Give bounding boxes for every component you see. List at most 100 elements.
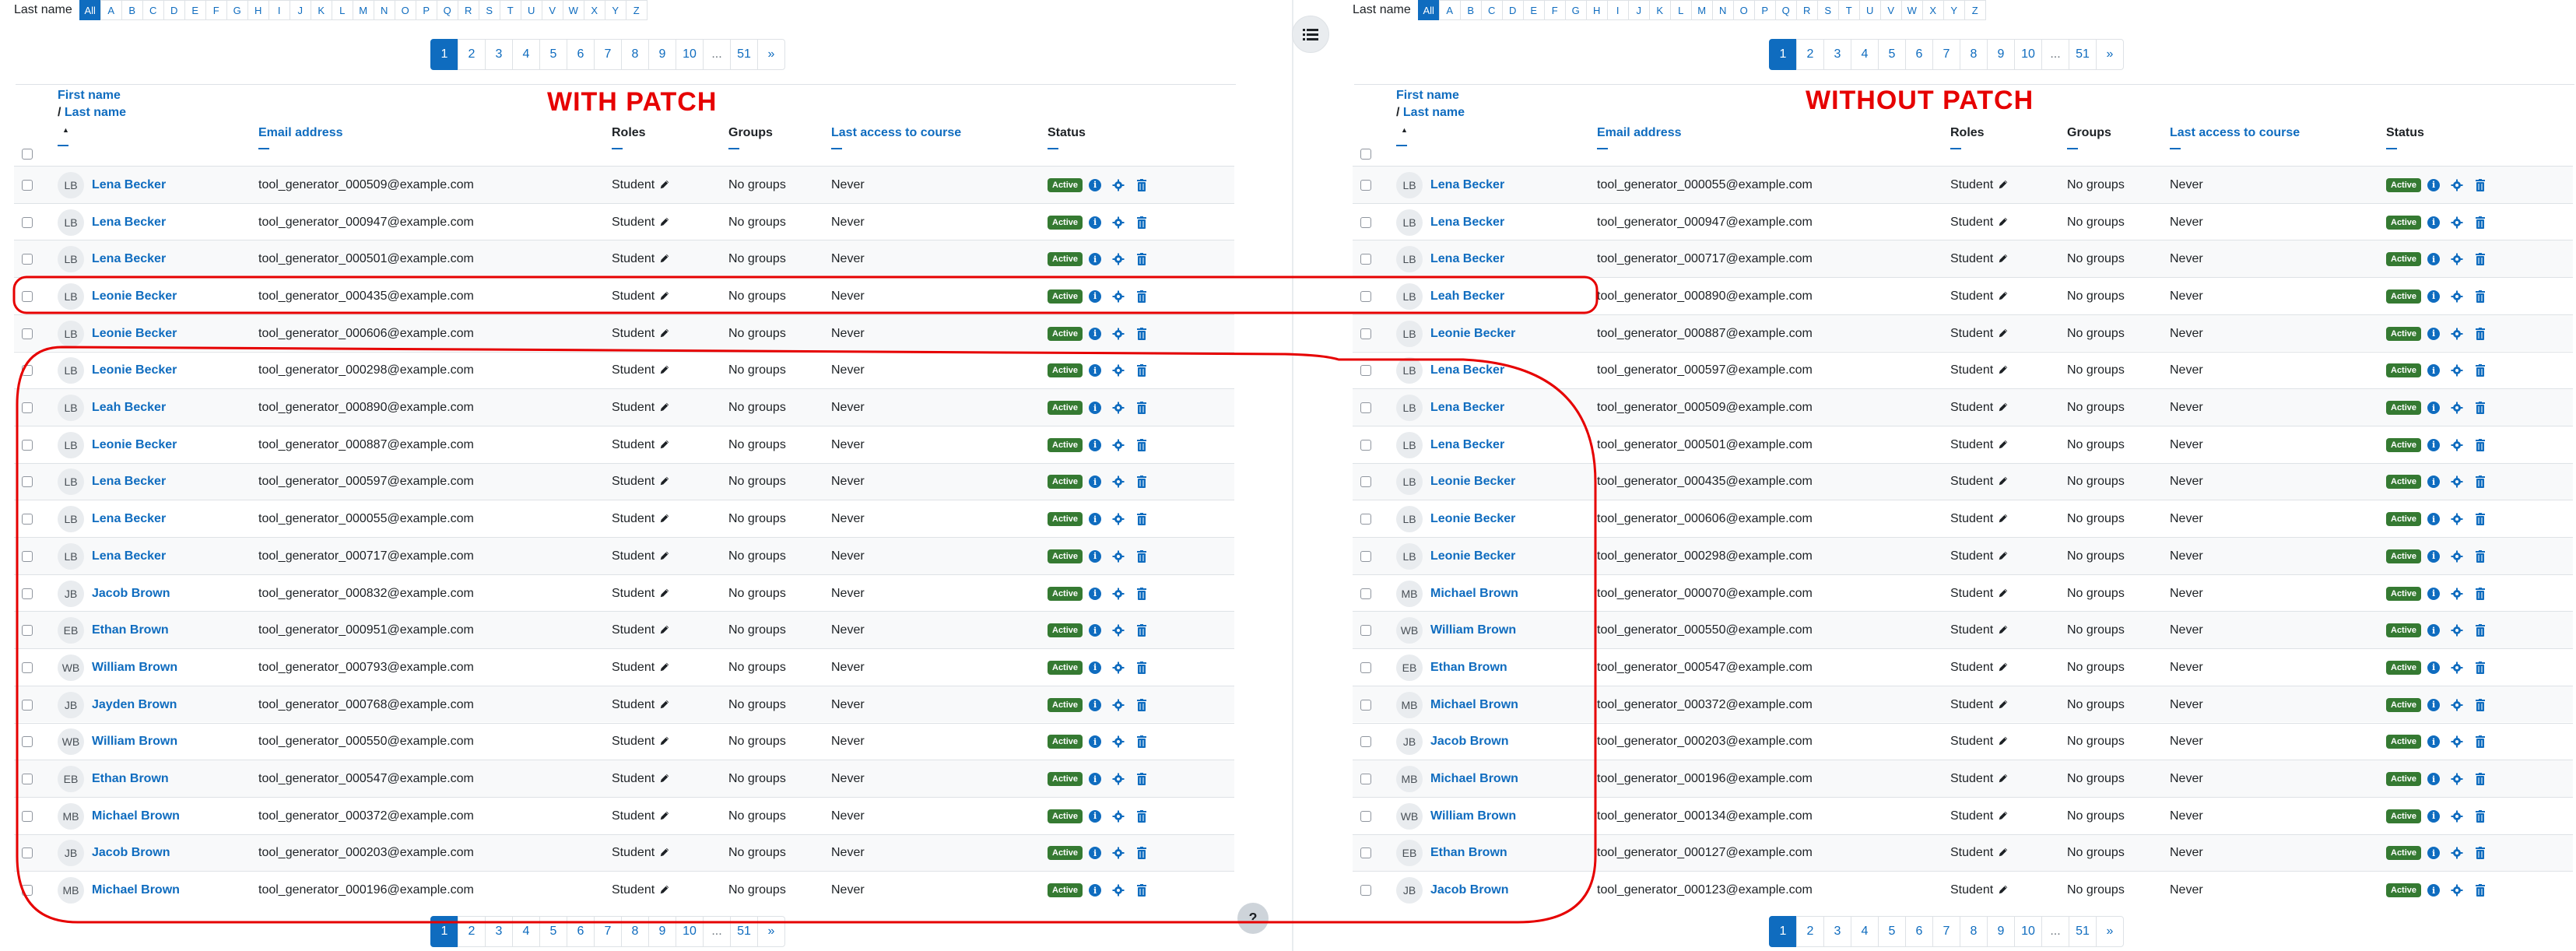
page-1-button[interactable]: 1 [430, 916, 458, 947]
last-name-link[interactable]: Last name [65, 106, 126, 119]
gear-icon[interactable] [1112, 847, 1125, 859]
participant-name-link[interactable]: William Brown [1430, 809, 1516, 823]
participant-name-link[interactable]: Leonie Becker [92, 438, 177, 452]
info-icon[interactable]: i [2427, 624, 2441, 637]
page-2-button[interactable]: 2 [1796, 39, 1824, 70]
gear-icon[interactable] [2451, 735, 2463, 748]
page-9-button[interactable]: 9 [648, 916, 676, 947]
gear-icon[interactable] [1112, 328, 1125, 340]
pencil-icon[interactable] [1998, 253, 2010, 265]
participant-name-link[interactable]: Ethan Brown [1430, 661, 1507, 675]
letter-filter-l[interactable]: L [1669, 0, 1692, 20]
letter-filter-p[interactable]: P [415, 0, 437, 20]
gear-icon[interactable] [1112, 624, 1125, 637]
gear-icon[interactable] [2451, 810, 2463, 823]
gear-icon[interactable] [2451, 439, 2463, 451]
participant-name-link[interactable]: Michael Brown [1430, 587, 1518, 601]
participant-name-link[interactable]: Leonie Becker [1430, 512, 1515, 526]
trash-icon[interactable] [2474, 847, 2487, 860]
letter-filter-v[interactable]: V [541, 0, 563, 20]
participant-name-link[interactable]: Ethan Brown [92, 772, 169, 786]
next-page-button[interactable]: » [757, 39, 785, 70]
gear-icon[interactable] [1112, 253, 1125, 265]
page-6-button[interactable]: 6 [1905, 39, 1933, 70]
trash-icon[interactable] [1135, 364, 1148, 377]
info-icon[interactable]: i [2427, 884, 2441, 897]
page-6-button[interactable]: 6 [567, 916, 595, 947]
participant-name-link[interactable]: Lena Becker [1430, 438, 1504, 452]
last-name-link[interactable]: Last name [1403, 106, 1465, 119]
collapse-name-column-icon[interactable] [1396, 145, 1407, 146]
row-select-checkbox[interactable] [22, 736, 33, 748]
letter-filter-o[interactable]: O [394, 0, 416, 20]
gear-icon[interactable] [1112, 179, 1125, 191]
collapse-roles-header-icon[interactable] [1950, 148, 1961, 149]
last-name-sort-link[interactable]: / Last name [58, 104, 126, 121]
pencil-icon[interactable] [659, 364, 672, 377]
row-select-checkbox[interactable] [1360, 810, 1371, 822]
participant-name-link[interactable]: Michael Brown [92, 809, 180, 823]
page-2-button[interactable]: 2 [458, 916, 486, 947]
collapse-groups-header-icon[interactable] [728, 148, 739, 149]
first-name-sort-link[interactable]: First name [1396, 87, 1465, 104]
participant-name-link[interactable]: Lena Becker [92, 252, 166, 266]
pencil-icon[interactable] [659, 773, 672, 785]
collapse-last-access-header-icon[interactable] [2170, 148, 2181, 149]
info-icon[interactable]: i [1089, 549, 1102, 563]
trash-icon[interactable] [2474, 476, 2487, 489]
gear-icon[interactable] [2451, 179, 2463, 191]
gear-icon[interactable] [2451, 253, 2463, 265]
trash-icon[interactable] [1135, 661, 1148, 674]
gear-icon[interactable] [1112, 773, 1125, 785]
email-header[interactable]: Email address [258, 125, 343, 149]
participant-name-link[interactable]: Lena Becker [1430, 216, 1504, 230]
letter-filter-a[interactable]: A [100, 0, 122, 20]
row-select-checkbox[interactable] [22, 774, 33, 785]
letter-filter-l[interactable]: L [331, 0, 353, 20]
collapse-last-access-header-icon[interactable] [831, 148, 842, 149]
letter-filter-r[interactable]: R [1795, 0, 1818, 20]
letter-filter-n[interactable]: N [373, 0, 395, 20]
info-icon[interactable]: i [2427, 438, 2441, 451]
pencil-icon[interactable] [1998, 661, 2010, 674]
info-icon[interactable]: i [1089, 884, 1102, 897]
pencil-icon[interactable] [1998, 402, 2010, 414]
pencil-icon[interactable] [659, 513, 672, 525]
participant-name-link[interactable]: William Brown [92, 661, 177, 675]
page-10-button[interactable]: 10 [676, 39, 704, 70]
participant-name-link[interactable]: Leonie Becker [1430, 327, 1515, 341]
page-5-button[interactable]: 5 [1878, 916, 1906, 947]
trash-icon[interactable] [1135, 847, 1148, 860]
first-name-sort-link[interactable]: First name [58, 87, 126, 104]
letter-filter-z[interactable]: Z [1964, 0, 1986, 20]
page-7-button[interactable]: 7 [1932, 39, 1960, 70]
info-icon[interactable]: i [2427, 809, 2441, 823]
row-select-checkbox[interactable] [22, 514, 33, 525]
info-icon[interactable]: i [2427, 773, 2441, 786]
participant-name-link[interactable]: Leah Becker [1430, 290, 1504, 304]
row-select-checkbox[interactable] [1360, 514, 1371, 525]
participant-name-link[interactable]: Leah Becker [92, 401, 166, 415]
row-select-checkbox[interactable] [22, 216, 33, 228]
pencil-icon[interactable] [659, 253, 672, 265]
page-7-button[interactable]: 7 [594, 916, 622, 947]
trash-icon[interactable] [2474, 364, 2487, 377]
info-icon[interactable]: i [1089, 587, 1102, 600]
letter-filter-e[interactable]: E [184, 0, 206, 20]
participant-name-link[interactable]: Michael Brown [92, 883, 180, 897]
info-icon[interactable]: i [2427, 698, 2441, 711]
trash-icon[interactable] [1135, 216, 1148, 229]
row-select-checkbox[interactable] [1360, 774, 1371, 785]
row-select-checkbox[interactable] [1360, 661, 1371, 673]
pencil-icon[interactable] [1998, 179, 2010, 191]
letter-filter-v[interactable]: V [1879, 0, 1902, 20]
row-select-checkbox[interactable] [22, 254, 33, 265]
page-10-button[interactable]: 10 [2014, 39, 2042, 70]
page-6-button[interactable]: 6 [1905, 916, 1933, 947]
gear-icon[interactable] [1112, 661, 1125, 674]
gear-icon[interactable] [1112, 588, 1125, 600]
info-icon[interactable]: i [2427, 587, 2441, 600]
trash-icon[interactable] [2474, 513, 2487, 526]
row-select-checkbox[interactable] [1360, 736, 1371, 748]
pencil-icon[interactable] [1998, 476, 2010, 488]
